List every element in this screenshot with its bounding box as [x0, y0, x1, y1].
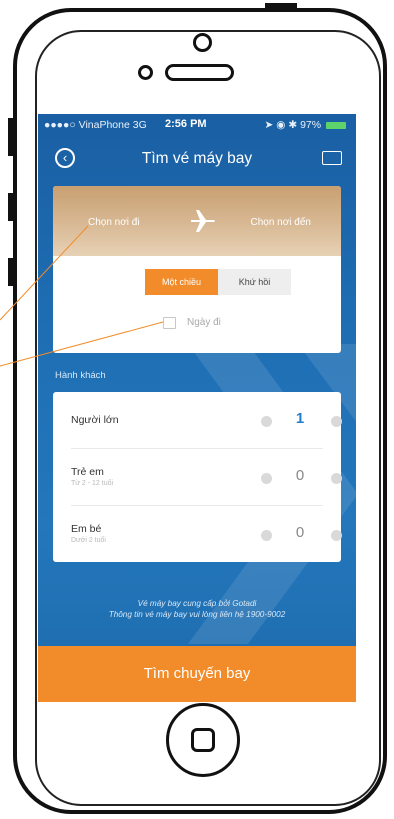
location-icon: ➤ — [264, 119, 274, 131]
app-screen: ●●●●○ VinaPhone 3G 2:56 PM ➤ ◉ ✱ 97% ‹ T… — [38, 114, 356, 702]
passengers-heading: Hành khách — [55, 370, 106, 381]
carrier-label: ●●●●○ VinaPhone 3G — [44, 119, 147, 131]
passenger-label: Trẻ em — [71, 466, 104, 478]
battery-indicator: ➤ ◉ ✱ 97% — [264, 119, 346, 131]
decrement-button[interactable] — [261, 416, 272, 427]
mute-switch — [8, 118, 13, 156]
battery-icon — [326, 121, 346, 129]
passenger-row-child: Trẻ em Từ 2 - 12 tuổi 0 — [53, 449, 342, 505]
passenger-sub-label: Dưới 2 tuổi — [71, 537, 106, 544]
airplane-icon[interactable] — [188, 206, 218, 236]
ticket-icon[interactable] — [322, 151, 342, 165]
bluetooth-icon: ✱ — [288, 119, 298, 131]
alarm-icon: ◉ — [276, 119, 286, 131]
route-selector: Chọn nơi đi Chọn nơi đến — [53, 186, 341, 256]
roundtrip-button[interactable]: Khứ hồi — [218, 269, 291, 295]
battery-percent: 97% — [300, 119, 322, 131]
passenger-sub-label: Từ 2 - 12 tuổi — [71, 480, 114, 487]
home-button[interactable] — [166, 703, 240, 777]
passenger-row-adult: Người lớn 1 — [53, 392, 342, 448]
trip-type-toggle: Một chiều Khứ hồi — [145, 269, 291, 295]
origin-field[interactable]: Chọn nơi đi — [88, 217, 140, 228]
passenger-label: Em bé — [71, 523, 102, 535]
search-flights-button[interactable]: Tìm chuyến bay — [38, 646, 356, 702]
destination-field[interactable]: Chọn nơi đến — [251, 217, 312, 228]
increment-button[interactable] — [331, 416, 342, 427]
status-bar: ●●●●○ VinaPhone 3G 2:56 PM ➤ ◉ ✱ 97% — [38, 114, 356, 134]
oneway-button[interactable]: Một chiều — [145, 269, 218, 295]
passenger-row-infant: Em bé Dưới 2 tuổi 0 — [53, 506, 342, 562]
status-time: 2:56 PM — [165, 118, 207, 130]
proximity-sensor — [138, 65, 153, 80]
passenger-label: Người lớn — [71, 414, 119, 426]
passenger-count: 0 — [295, 524, 305, 541]
nav-bar: ‹ Tìm vé máy bay — [38, 144, 356, 180]
calendar-icon[interactable] — [163, 317, 176, 329]
depart-date-field[interactable]: Ngày đi — [187, 317, 221, 328]
search-card: Chọn nơi đi Chọn nơi đến Một chiều Khứ h… — [53, 186, 341, 353]
front-camera — [193, 33, 212, 52]
provider-line: Vé máy bay cung cấp bởi Gotadi — [137, 599, 257, 608]
page-title: Tìm vé máy bay — [141, 150, 253, 167]
decrement-button[interactable] — [261, 530, 272, 541]
earpiece-speaker — [165, 64, 234, 81]
home-square-icon — [191, 728, 215, 752]
volume-down-button — [8, 258, 13, 286]
passenger-count: 1 — [295, 410, 305, 427]
provider-note: Vé máy bay cung cấp bởi Gotadi Thông tin… — [38, 598, 356, 620]
increment-button[interactable] — [331, 473, 342, 484]
decrement-button[interactable] — [261, 473, 272, 484]
passenger-count: 0 — [295, 467, 305, 484]
passengers-card: Người lớn 1 Trẻ em Từ 2 - 12 tuổi 0 Em b… — [53, 392, 342, 562]
volume-up-button — [8, 193, 13, 221]
hotline-line: Thông tin vé máy bay vui lòng liên hệ 19… — [108, 610, 286, 619]
increment-button[interactable] — [331, 530, 342, 541]
power-button — [265, 3, 297, 8]
